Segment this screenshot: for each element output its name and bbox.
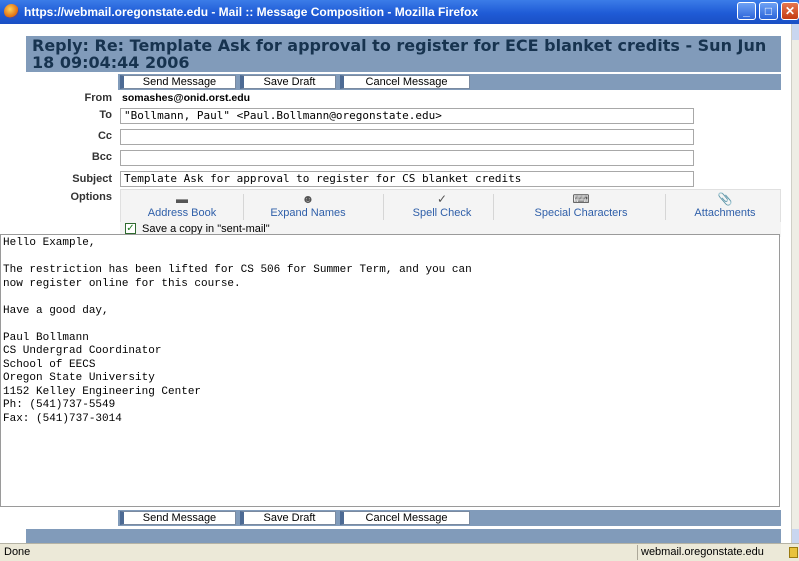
option-divider	[243, 194, 244, 220]
option-divider	[383, 194, 384, 220]
cancel-message-button[interactable]: Cancel Message	[340, 75, 470, 89]
message-body-text: Hello Example, The restriction has been …	[3, 237, 472, 425]
top-button-bar: Send Message Save Draft Cancel Message	[118, 74, 781, 90]
firefox-icon	[4, 4, 19, 19]
to-label: To	[99, 109, 112, 121]
close-button[interactable]: ✕	[781, 2, 799, 20]
window-title: https://webmail.oregonstate.edu - Mail :…	[24, 5, 479, 19]
cc-field[interactable]	[120, 129, 694, 145]
maximize-button[interactable]: □	[759, 2, 778, 20]
vertical-scrollbar[interactable]	[791, 24, 799, 543]
options-toolbar: ▬ Address Book ☻ Expand Names ✓ Spell Ch…	[120, 189, 781, 223]
status-domain: webmail.oregonstate.edu	[641, 546, 764, 558]
message-body-textarea[interactable]: Hello Example, The restriction has been …	[0, 234, 780, 507]
subject-label: Subject	[72, 173, 112, 185]
to-field[interactable]: "Bollmann, Paul" <Paul.Bollmann@oregonst…	[120, 108, 694, 124]
spell-check-option[interactable]: ✓ Spell Check	[387, 190, 497, 222]
compose-page: Reply: Re: Template Ask for approval to …	[0, 24, 791, 543]
special-characters-icon: ⌨	[572, 192, 590, 206]
page-title: Reply: Re: Template Ask for approval to …	[32, 36, 767, 72]
option-divider	[665, 194, 666, 220]
subject-field[interactable]: Template Ask for approval to register fo…	[120, 171, 694, 187]
from-label: From	[84, 92, 113, 104]
window-title-bar: https://webmail.oregonstate.edu - Mail :…	[0, 0, 799, 24]
save-draft-button[interactable]: Save Draft	[240, 75, 336, 89]
address-book-icon: ▬	[176, 192, 188, 206]
scroll-up-arrow[interactable]	[792, 24, 799, 40]
bottom-button-bar: Send Message Save Draft Cancel Message	[118, 510, 781, 526]
scroll-down-arrow[interactable]	[792, 529, 799, 543]
from-value: somashes@onid.orst.edu	[122, 92, 251, 104]
special-characters-label: Special Characters	[534, 207, 628, 219]
save-copy-checkbox[interactable]: ✓	[125, 223, 136, 234]
lock-icon	[789, 547, 798, 558]
status-divider	[637, 545, 638, 560]
attachments-option[interactable]: 📎 Attachments	[675, 190, 775, 222]
expand-names-option[interactable]: ☻ Expand Names	[253, 190, 363, 222]
bcc-field[interactable]	[120, 150, 694, 166]
expand-names-label: Expand Names	[270, 207, 346, 219]
status-bar: Done webmail.oregonstate.edu	[0, 543, 799, 561]
cc-label: Cc	[97, 130, 112, 142]
bcc-label: Bcc	[91, 151, 112, 163]
send-message-button-bottom[interactable]: Send Message	[120, 511, 236, 525]
bottom-header-strip	[26, 529, 781, 543]
paperclip-icon: 📎	[717, 192, 733, 206]
minimize-button[interactable]: _	[737, 2, 756, 20]
compose-header: Reply: Re: Template Ask for approval to …	[26, 36, 781, 72]
expand-names-icon: ☻	[301, 192, 315, 206]
cancel-message-button-bottom[interactable]: Cancel Message	[340, 511, 470, 525]
option-divider	[493, 194, 494, 220]
address-book-label: Address Book	[147, 207, 217, 219]
address-book-option[interactable]: ▬ Address Book	[127, 190, 237, 222]
send-message-button[interactable]: Send Message	[120, 75, 236, 89]
save-draft-button-bottom[interactable]: Save Draft	[240, 511, 336, 525]
special-characters-option[interactable]: ⌨ Special Characters	[511, 190, 651, 222]
spell-check-icon: ✓	[436, 192, 448, 206]
status-text: Done	[4, 546, 31, 558]
spell-check-label: Spell Check	[412, 207, 472, 219]
attachments-label: Attachments	[694, 207, 756, 219]
options-label: Options	[70, 191, 112, 203]
